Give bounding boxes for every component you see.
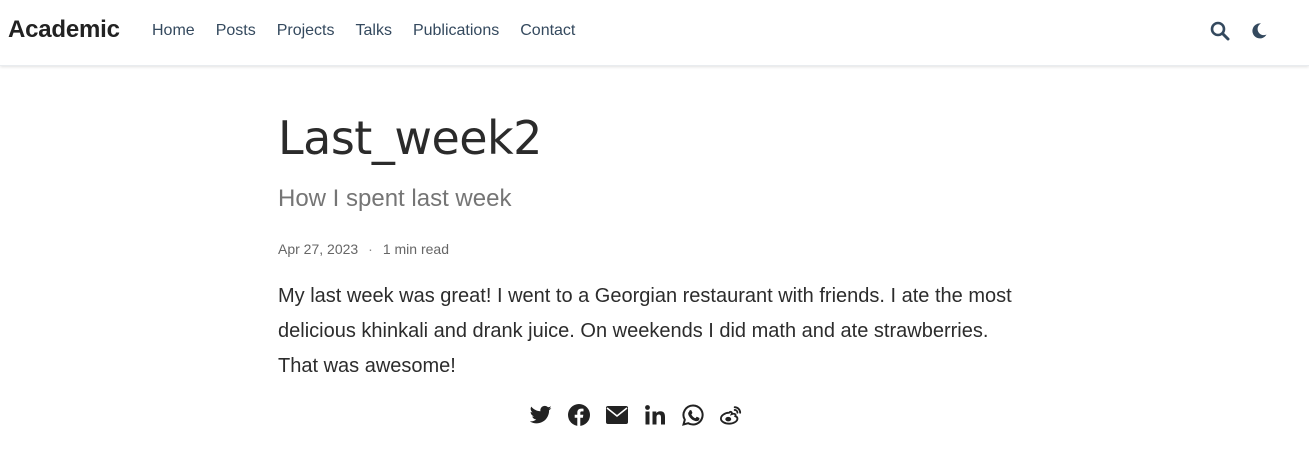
article-meta: Apr 27, 2023 · 1 min read xyxy=(278,240,1018,258)
linkedin-icon[interactable] xyxy=(644,404,666,426)
nav-link-posts[interactable]: Posts xyxy=(216,21,256,41)
article: Last_week2 How I spent last week Apr 27,… xyxy=(278,108,1018,384)
facebook-icon[interactable] xyxy=(568,404,590,426)
share-buttons xyxy=(530,404,742,426)
search-icon[interactable] xyxy=(1209,20,1231,42)
nav-link-publications[interactable]: Publications xyxy=(413,21,499,41)
whatsapp-icon[interactable] xyxy=(682,404,704,426)
reading-time: 1 min read xyxy=(382,241,449,257)
email-icon[interactable] xyxy=(606,404,628,426)
publish-date: Apr 27, 2023 xyxy=(278,241,359,257)
page-title: Last_week2 xyxy=(278,111,542,165)
nav-link-projects[interactable]: Projects xyxy=(277,21,335,41)
weibo-icon[interactable] xyxy=(720,404,742,426)
nav-link-talks[interactable]: Talks xyxy=(356,21,392,41)
navbar: Academic Home Posts Projects Talks Publi… xyxy=(0,0,1309,66)
meta-separator: · xyxy=(368,241,373,257)
page-subtitle: How I spent last week xyxy=(278,185,512,212)
moon-icon[interactable] xyxy=(1248,20,1270,42)
nav-link-home[interactable]: Home xyxy=(152,21,195,41)
nav-link-contact[interactable]: Contact xyxy=(520,21,575,41)
brand-logo[interactable]: Academic xyxy=(8,16,120,44)
twitter-icon[interactable] xyxy=(530,404,552,426)
nav-links: Home Posts Projects Talks Publications C… xyxy=(152,21,596,41)
article-body: My last week was great! I went to a Geor… xyxy=(278,285,1012,377)
